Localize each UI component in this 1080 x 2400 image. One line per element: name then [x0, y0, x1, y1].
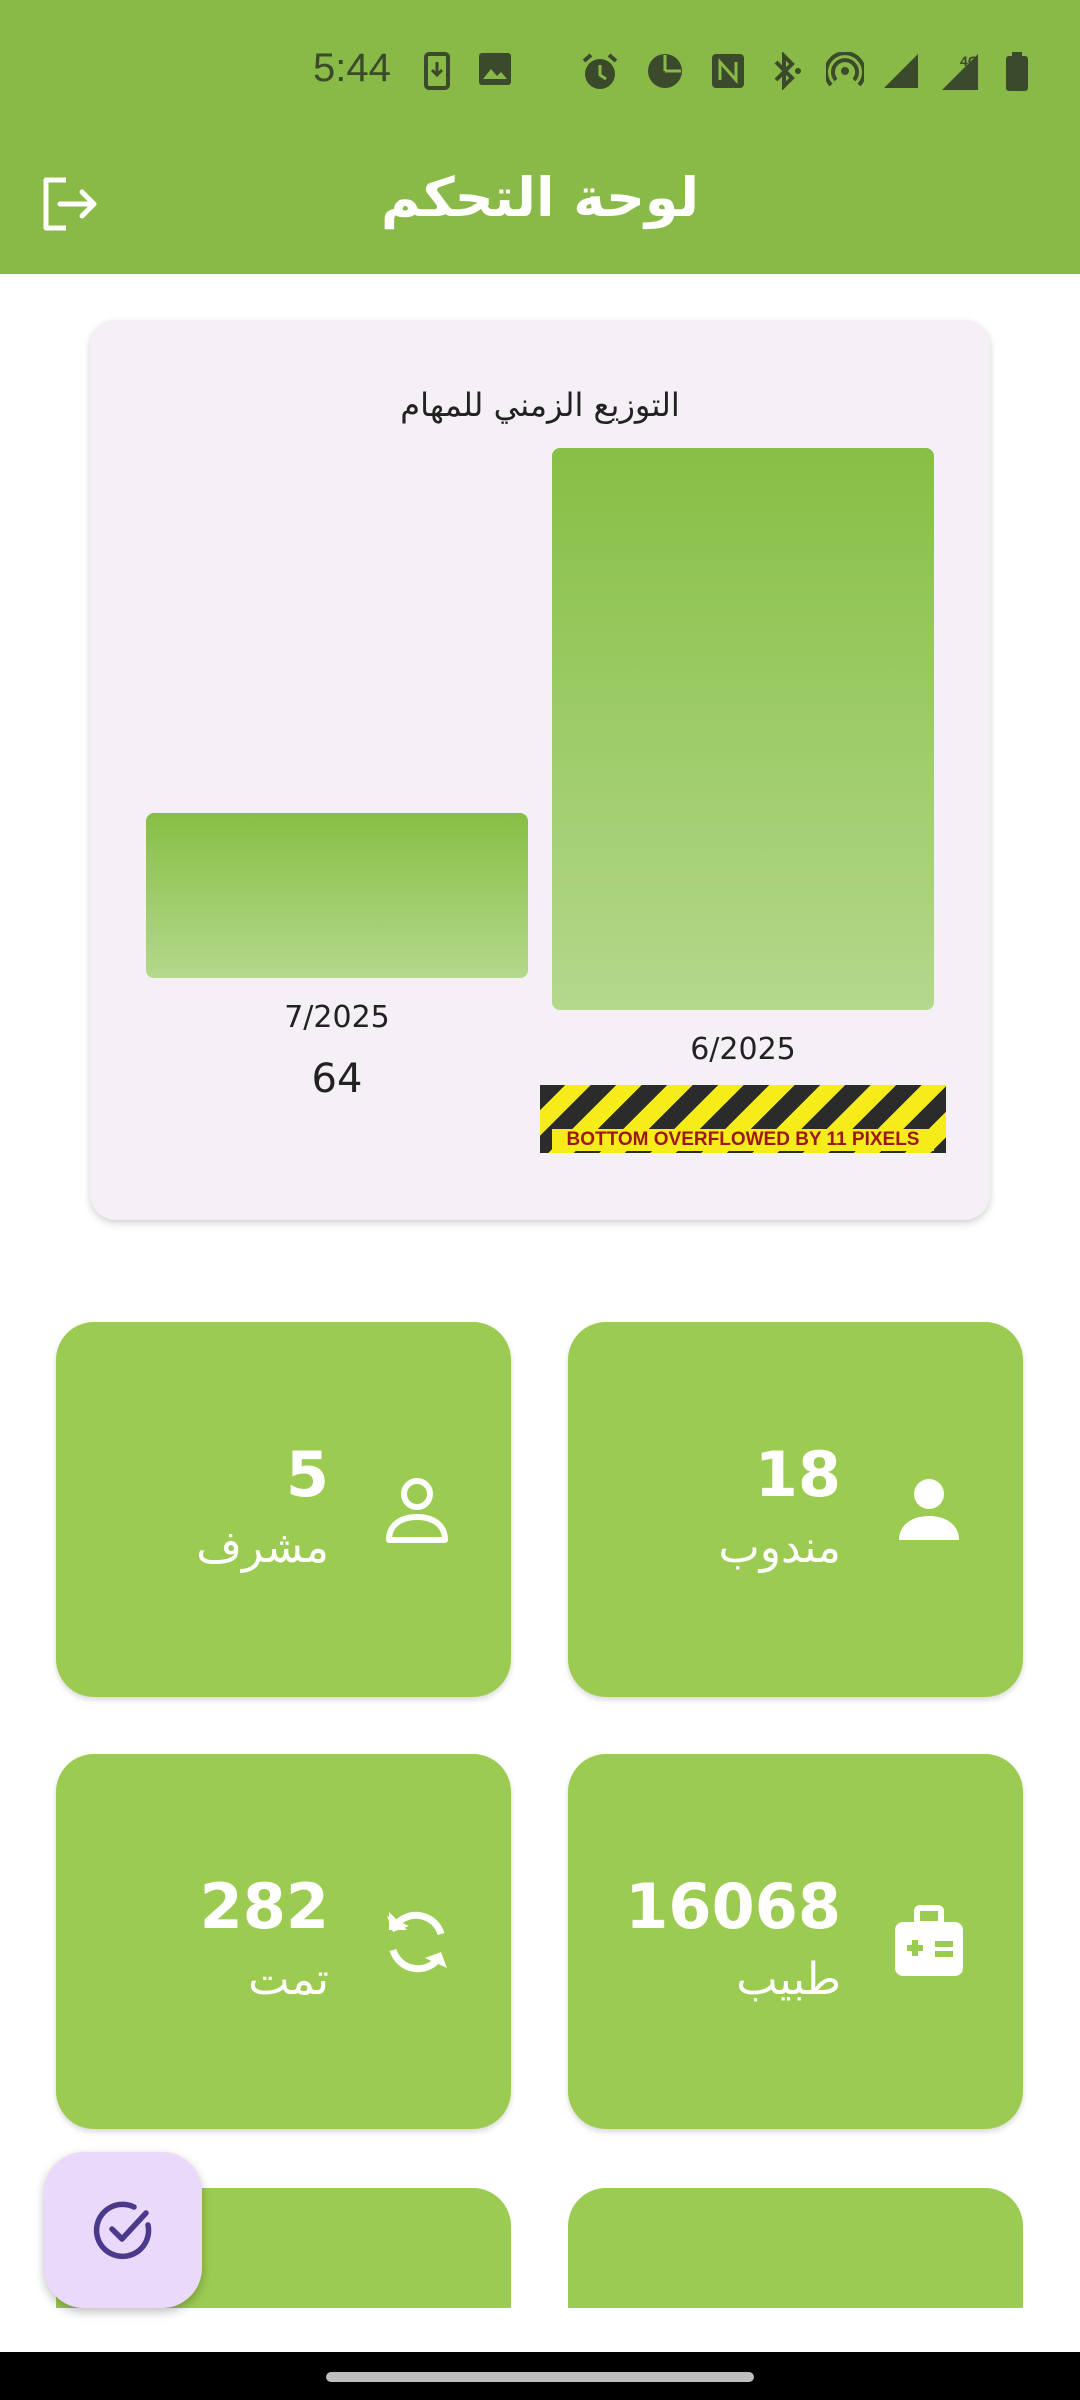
tile-label: مشرف — [196, 1522, 329, 1573]
bluetooth-icon — [768, 52, 802, 90]
tile-label: طبيب — [736, 1954, 841, 2005]
bar-category-label: 6/2025 — [690, 1032, 796, 1067]
tile-supervisors[interactable]: 5 مشرف — [56, 1322, 511, 1697]
tile-number: 18 — [754, 1438, 841, 1511]
tile-number: 5 — [285, 1438, 329, 1511]
status-time: 5:44 — [313, 46, 391, 90]
tile-doctors[interactable]: 16068 طبيب — [568, 1754, 1023, 2129]
svg-text:4G: 4G — [960, 53, 979, 69]
person-icon — [891, 1472, 967, 1548]
chart-bar — [146, 813, 528, 978]
chart-title: التوزيع الزمني للمهام — [400, 386, 680, 424]
alarm-icon — [580, 52, 620, 90]
chart-bar — [552, 448, 934, 1010]
4g-signal-icon: 4G — [938, 52, 988, 90]
status-bar: 5:44 4G — [0, 0, 1080, 140]
bar-value-label: 64 — [311, 1056, 363, 1102]
tasks-fab[interactable] — [44, 2152, 202, 2308]
person-outline-icon — [379, 1472, 455, 1548]
page-title: لوحة التحكم — [380, 166, 700, 229]
bar-category-label: 7/2025 — [284, 1000, 390, 1035]
overflow-warning: BOTTOM OVERFLOWED BY 11 PIXELS — [540, 1085, 946, 1153]
app-bar: لوحة التحكم — [0, 140, 1080, 274]
chart-card: التوزيع الزمني للمهام 7/2025646/2025218 … — [90, 320, 990, 1220]
tile-number: 282 — [199, 1870, 329, 1943]
tile-partial[interactable] — [568, 2188, 1023, 2308]
medical-bag-icon — [891, 1904, 967, 1980]
signal-icon — [882, 52, 920, 90]
overflow-warning-text: BOTTOM OVERFLOWED BY 11 PIXELS — [552, 1129, 934, 1151]
data-saver-icon — [646, 52, 684, 90]
check-circle-icon — [93, 2201, 152, 2260]
battery-icon — [1004, 52, 1030, 91]
tile-label: تمت — [248, 1954, 329, 2005]
tile-representatives[interactable]: 18 مندوب — [568, 1322, 1023, 1697]
tile-completed[interactable]: 282 تمت — [56, 1754, 511, 2129]
download-icon — [424, 52, 450, 90]
navigation-bar — [0, 2352, 1080, 2400]
image-icon — [478, 52, 512, 90]
hotspot-icon — [826, 52, 864, 90]
nfc-icon — [710, 52, 746, 90]
tile-label: مندوب — [718, 1522, 841, 1573]
refresh-icon — [379, 1904, 455, 1980]
tile-number: 16068 — [625, 1870, 841, 1943]
gesture-handle[interactable] — [326, 2372, 754, 2382]
